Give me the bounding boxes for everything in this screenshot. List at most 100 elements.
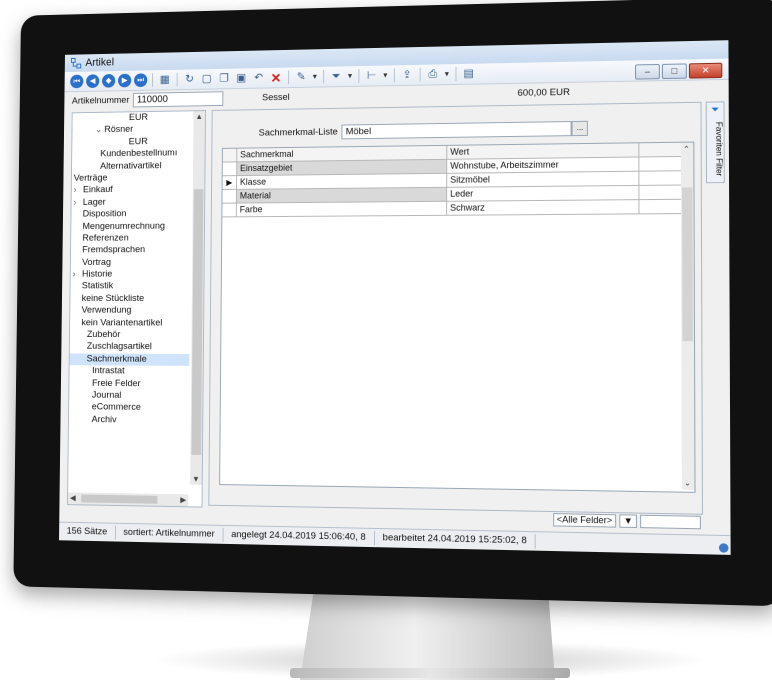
minimize-button[interactable]: – [635, 64, 660, 80]
chevron-down-icon[interactable]: ▼ [311, 73, 318, 80]
tree-item[interactable]: Archiv [69, 414, 189, 427]
navigation-tree: EUR ⌄ Rösner EUR Kundenbestellnumı Alternativ… [68, 111, 191, 484]
save-icon[interactable]: ▣ [234, 71, 249, 86]
tree-item-label: Einkauf [83, 185, 113, 196]
scroll-thumb[interactable] [81, 495, 157, 504]
last-record-icon[interactable]: ⏭ [134, 73, 147, 87]
chevron-up-icon[interactable]: ⌃ [683, 145, 690, 154]
article-price: 600,00 EUR [517, 86, 570, 98]
tree-item[interactable]: › Einkauf [72, 184, 191, 197]
cell-wert[interactable]: Schwarz [447, 200, 639, 215]
navigation-panel: EUR ⌄ Rösner EUR Kundenbestellnumı Alternativ… [67, 110, 206, 508]
scroll-left-icon[interactable]: ◀ [70, 493, 76, 502]
row-selector[interactable] [222, 204, 237, 217]
article-name: Sessel [262, 92, 290, 103]
cell-wert[interactable]: Wohnstube, Arbeitszimmer [447, 157, 639, 172]
tree-item[interactable]: Statistik [70, 281, 190, 293]
favorites-filter-tab[interactable]: ⏷ Favoriten Filter [706, 101, 725, 183]
tree-item[interactable]: Zubehör [70, 329, 190, 342]
scroll-thumb[interactable] [682, 187, 693, 341]
field-filter-dropdown-icon[interactable]: ▼ [619, 514, 637, 528]
delete-icon[interactable]: ✕ [269, 70, 284, 85]
tree-item[interactable]: Journal [69, 390, 189, 403]
tree-item[interactable]: Vortrag [71, 257, 191, 269]
refresh-icon[interactable]: ↻ [182, 72, 196, 87]
cell-wert[interactable]: Leder [447, 186, 639, 201]
tree-item[interactable]: Fremdsprachen [71, 244, 190, 257]
tree-item-label: Historie [82, 269, 112, 280]
cell-wert[interactable]: Sitzmöbel [447, 172, 639, 187]
chevron-down-icon[interactable]: ▼ [443, 71, 450, 78]
cell-sachmerkmal[interactable]: Klasse [237, 174, 447, 189]
chevron-down-icon[interactable]: ⌄ [95, 125, 105, 137]
grid-vertical-scrollbar[interactable]: ⌃ ⌄ [681, 143, 695, 490]
tree-vertical-scrollbar[interactable]: ▲ ▼ [190, 111, 205, 485]
field-filter-value-input[interactable] [640, 514, 701, 529]
tree-item[interactable]: Freie Felder [69, 377, 189, 390]
new-icon[interactable]: ▢ [200, 71, 214, 86]
calculator-icon[interactable]: ▤ [461, 66, 476, 81]
tree-item[interactable]: Verwendung [70, 305, 190, 317]
copy-icon[interactable]: ❐ [217, 71, 232, 86]
column-header-wert[interactable]: Wert [447, 143, 639, 159]
tree-item-label: Disposition [83, 209, 127, 220]
tree-item[interactable]: Kundenbestellnumı [72, 147, 191, 161]
print-icon[interactable]: ⎙ [425, 67, 440, 82]
sachmerkmal-liste-input[interactable]: Möbel [342, 121, 572, 139]
row-selector[interactable] [223, 162, 238, 175]
row-selector[interactable]: ▶ [223, 176, 238, 189]
export-icon[interactable]: ⇪ [400, 67, 415, 82]
previous-record-icon[interactable]: ◀ [86, 74, 99, 88]
scroll-down-icon[interactable]: ▼ [192, 475, 200, 484]
table-view-icon[interactable]: ▦ [158, 72, 172, 87]
toolbar-separator [177, 73, 178, 87]
tree-item[interactable]: keine Stückliste [70, 293, 190, 305]
chevron-right-icon[interactable]: › [73, 269, 83, 281]
resize-grip-icon[interactable] [719, 543, 729, 553]
tree-item[interactable]: Mengenumrechnung [71, 220, 190, 233]
first-record-icon[interactable]: ⏮ [70, 75, 83, 89]
tree-item[interactable]: › Lager [72, 196, 191, 209]
cell-sachmerkmal[interactable]: Farbe [237, 202, 447, 217]
jump-record-icon[interactable]: ◆ [102, 74, 115, 88]
cell-sachmerkmal[interactable]: Einsatzgebiet [237, 160, 447, 175]
row-selector[interactable] [222, 190, 237, 203]
tree-item[interactable]: › Historie [71, 269, 191, 281]
tree-item[interactable]: Sachmerkmale [70, 353, 190, 366]
maximize-button[interactable]: □ [662, 63, 687, 79]
scroll-right-icon[interactable]: ▶ [180, 495, 186, 504]
tree-item[interactable]: Disposition [71, 208, 190, 221]
chevron-down-icon[interactable]: ▼ [347, 73, 354, 80]
scroll-up-icon[interactable]: ▲ [195, 112, 203, 121]
tree-item-label: Fremdsprachen [82, 245, 145, 256]
tree-item[interactable]: kein Variantenartikel [70, 317, 190, 329]
tree-item[interactable]: Zuschlagsartikel [70, 341, 190, 354]
tree-horizontal-scrollbar[interactable]: ◀ ▶ [68, 492, 188, 506]
tree-item-label: Vortrag [82, 257, 111, 268]
tree-item[interactable]: Intrastat [69, 365, 189, 378]
app-window: Artikel – □ ✕ ⏮ ◀ ◆ ▶ ⏭ ▦ ↻ ▢ ❐ ▣ ↶ ✕ ✎ ▼… [59, 40, 731, 555]
chevron-down-icon[interactable]: ⌄ [684, 478, 691, 487]
artikelnummer-input[interactable]: 110000 [133, 91, 224, 107]
chevron-right-icon[interactable]: › [73, 197, 83, 209]
chevron-right-icon[interactable]: › [74, 185, 84, 197]
cell-sachmerkmal[interactable]: Material [237, 188, 447, 203]
close-button[interactable]: ✕ [689, 63, 722, 79]
browse-button[interactable]: ... [572, 121, 588, 136]
column-header-sachmerkmal[interactable]: Sachmerkmal [237, 146, 447, 162]
filter-icon[interactable]: ⏷ [329, 69, 344, 84]
grid-corner [223, 149, 238, 162]
field-filter-select[interactable]: <Alle Felder> [553, 513, 617, 528]
table-row[interactable]: Farbe Schwarz [222, 200, 693, 218]
tree-icon[interactable]: ⊢ [364, 68, 379, 83]
monitor-bezel: Artikel – □ ✕ ⏮ ◀ ◆ ▶ ⏭ ▦ ↻ ▢ ❐ ▣ ↶ ✕ ✎ ▼… [13, 0, 772, 606]
next-record-icon[interactable]: ▶ [118, 74, 131, 88]
tree-item-label: EUR [129, 136, 148, 147]
tree-item[interactable]: Referenzen [71, 232, 190, 245]
scroll-thumb[interactable] [191, 189, 203, 455]
undo-icon[interactable]: ↶ [251, 70, 266, 85]
tools-icon[interactable]: ✎ [294, 70, 309, 85]
toolbar-separator [394, 68, 395, 82]
chevron-down-icon[interactable]: ▼ [382, 72, 389, 79]
tree-item-label: Zuschlagsartikel [87, 341, 152, 352]
